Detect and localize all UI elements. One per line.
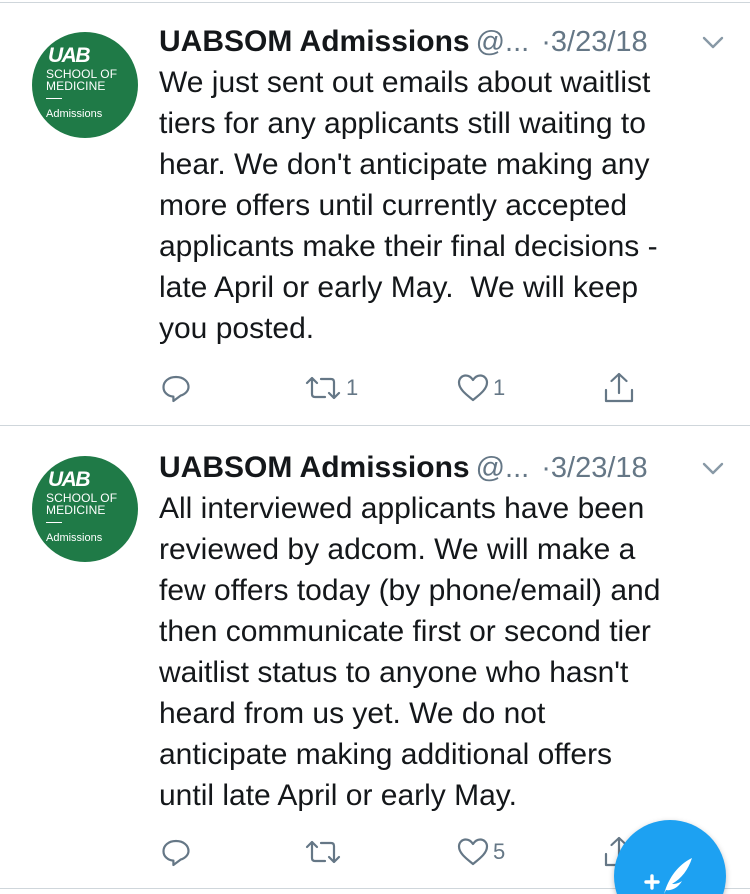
- chevron-down-icon[interactable]: [699, 456, 727, 480]
- avatar[interactable]: UAB SCHOOL OF MEDICINE Admissions: [32, 32, 138, 138]
- like-button[interactable]: 5: [456, 832, 505, 872]
- retweet-icon: [303, 836, 343, 868]
- avatar-logo-text: UAB: [48, 468, 91, 491]
- tweet-date[interactable]: 3/23/18: [551, 26, 648, 58]
- tweet[interactable]: UAB SCHOOL OF MEDICINE Admissions UABSOM…: [0, 426, 750, 894]
- avatar[interactable]: UAB SCHOOL OF MEDICINE Admissions: [32, 456, 138, 562]
- avatar-line2: MEDICINE: [46, 503, 106, 517]
- retweet-icon: [303, 372, 343, 404]
- share-button[interactable]: [602, 368, 636, 408]
- tweet-date[interactable]: 3/23/18: [551, 452, 648, 484]
- tweet-header: UABSOM Admissions @... ·3/23/18: [159, 22, 729, 62]
- chevron-down-icon[interactable]: [699, 30, 727, 54]
- share-icon: [602, 371, 636, 405]
- tweet-header: UABSOM Admissions @... ·3/23/18: [159, 448, 729, 488]
- avatar-rule: [46, 522, 62, 523]
- avatar-subtitle: Admissions: [46, 108, 103, 120]
- author-handle[interactable]: @...: [476, 452, 530, 484]
- tweet-text: We just sent out emails about waitlist t…: [159, 66, 658, 345]
- reply-button[interactable]: [160, 368, 195, 408]
- avatar-logo-text: UAB: [48, 44, 91, 67]
- reply-icon: [160, 836, 192, 868]
- reply-button[interactable]: [160, 832, 195, 872]
- like-count: 1: [493, 375, 506, 400]
- tweet-text: All interviewed applicants have been rev…: [159, 492, 661, 812]
- author-handle[interactable]: @...: [476, 26, 530, 58]
- heart-icon: [456, 836, 490, 868]
- retweet-button[interactable]: 1: [303, 368, 358, 408]
- avatar-subtitle: Admissions: [46, 532, 103, 544]
- tweet-timeline: UAB SCHOOL OF MEDICINE Admissions UABSOM…: [0, 0, 750, 894]
- avatar-line2: MEDICINE: [46, 79, 106, 93]
- author-name[interactable]: UABSOM Admissions: [159, 25, 470, 58]
- author-name[interactable]: UABSOM Admissions: [159, 451, 470, 484]
- retweet-button[interactable]: [303, 832, 346, 872]
- like-button[interactable]: 1: [456, 368, 505, 408]
- tweet[interactable]: UAB SCHOOL OF MEDICINE Admissions UABSOM…: [0, 0, 750, 426]
- like-count: 5: [493, 839, 506, 864]
- reply-icon: [160, 372, 192, 404]
- retweet-count: 1: [346, 375, 359, 400]
- tweet-actions: 1 1: [0, 368, 750, 408]
- heart-icon: [456, 372, 490, 404]
- separator-dot: ·: [541, 452, 551, 484]
- avatar-rule: [46, 98, 62, 99]
- separator-dot: ·: [541, 26, 551, 58]
